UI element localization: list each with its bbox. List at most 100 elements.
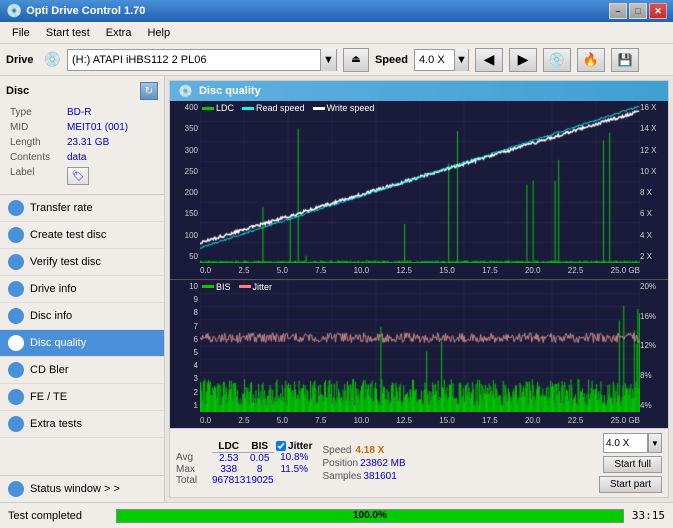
y-right-4x: 4 X — [640, 231, 668, 240]
lower-chart-canvas — [200, 280, 640, 412]
sidebar-item-disc-quality[interactable]: Disc quality — [0, 330, 164, 357]
samples-value: 381601 — [363, 471, 396, 482]
disc-quality-label: Disc quality — [30, 337, 86, 349]
close-button[interactable]: ✕ — [649, 3, 667, 19]
speed-value: 4.0 X — [415, 54, 449, 66]
disc-mid-label: MID — [8, 121, 63, 134]
fe-te-label: FE / TE — [30, 391, 67, 403]
app-title: Opti Drive Control 1.70 — [26, 5, 145, 17]
start-part-button[interactable]: Start part — [599, 476, 662, 493]
menu-help[interactable]: Help — [139, 25, 178, 41]
sidebar-item-cd-bler[interactable]: CD Bler — [0, 357, 164, 384]
y-right-12x: 12 X — [640, 146, 668, 155]
disc-contents-label: Contents — [8, 151, 63, 164]
cd-bler-icon — [8, 362, 24, 378]
stats-total-row: Total 967813 19025 — [176, 475, 315, 486]
back-button[interactable]: ◀ — [475, 48, 503, 72]
disc-length-label: Length — [8, 136, 63, 149]
menu-bar: File Start test Extra Help — [0, 22, 673, 44]
minimize-button[interactable]: – — [609, 3, 627, 19]
disc-length-row: Length 23.31 GB — [8, 136, 156, 149]
save-button[interactable]: 💾 — [611, 48, 639, 72]
drive-dropdown-arrow[interactable]: ▼ — [320, 49, 336, 71]
speed-stat-value: 4.18 X — [355, 445, 384, 456]
y-right-10x: 10 X — [640, 167, 668, 176]
bis-total: 19025 — [245, 475, 274, 486]
y-label-300: 300 — [170, 146, 200, 155]
maximize-button[interactable]: □ — [629, 3, 647, 19]
upper-chart-legend: LDC Read speed Write speed — [202, 103, 374, 113]
speed-dropdown-arrow[interactable]: ▼ — [454, 49, 468, 71]
disc-refresh-button[interactable]: ↻ — [140, 82, 158, 100]
menu-file[interactable]: File — [4, 25, 38, 41]
upper-chart: 400 350 300 250 200 150 100 50 16 X 14 X… — [170, 101, 668, 280]
progress-text: 100.0% — [353, 510, 387, 521]
stats-bar: LDC BIS Jitter Avg — [170, 428, 668, 497]
progress-bar: 100.0% — [116, 509, 624, 523]
drive-bar: Drive 💿 (H:) ATAPI iHBS112 2 PL06 ▼ ⏏ Sp… — [0, 44, 673, 76]
forward-button[interactable]: ▶ — [509, 48, 537, 72]
sidebar-item-transfer-rate[interactable]: Transfer rate — [0, 195, 164, 222]
sidebar-item-disc-info[interactable]: Disc info — [0, 303, 164, 330]
samples-label: Samples — [323, 471, 362, 482]
burn-button[interactable]: 🔥 — [577, 48, 605, 72]
jitter-avg: 10.8% — [274, 452, 314, 464]
menu-extra[interactable]: Extra — [98, 25, 140, 41]
bis-header: BIS — [245, 441, 274, 453]
status-window-button[interactable]: Status window > > — [0, 476, 164, 502]
legend-jitter: Jitter — [253, 282, 273, 292]
sidebar-item-fe-te[interactable]: FE / TE — [0, 384, 164, 411]
y-right-16x: 16 X — [640, 103, 668, 112]
y-label-250: 250 — [170, 167, 200, 176]
sidebar-item-verify-test-disc[interactable]: Verify test disc — [0, 249, 164, 276]
position-label: Position — [323, 458, 359, 469]
legend-bis: BIS — [216, 282, 231, 292]
sidebar-item-extra-tests[interactable]: Extra tests — [0, 411, 164, 438]
disc-icon-button[interactable]: 💿 — [543, 48, 571, 72]
extra-tests-label: Extra tests — [30, 418, 82, 430]
disc-info-table: Type BD-R MID MEIT01 (001) Length 23.31 … — [6, 104, 158, 188]
speed-dropdown-btn[interactable]: ▼ — [648, 433, 662, 453]
speed-dropdown[interactable]: 4.0 X — [603, 433, 648, 453]
start-full-button[interactable]: Start full — [603, 456, 662, 473]
speed-position-section: Speed 4.18 X Position 23862 MB Samples 3… — [323, 445, 433, 482]
status-section: Status window > > — [0, 475, 164, 502]
title-bar: 💿 Opti Drive Control 1.70 – □ ✕ — [0, 0, 673, 22]
speed-dropdown-value: 4.0 X — [606, 438, 629, 449]
y-label-150: 150 — [170, 209, 200, 218]
extra-tests-icon — [8, 416, 24, 432]
bis-avg: 0.05 — [245, 452, 274, 464]
y-right-14x: 14 X — [640, 124, 668, 133]
disc-quality-icon — [8, 335, 24, 351]
eject-button[interactable]: ⏏ — [343, 48, 369, 72]
disc-type-row: Type BD-R — [8, 106, 156, 119]
status-window-label: Status window > > — [30, 483, 120, 495]
fe-te-icon — [8, 389, 24, 405]
jitter-max: 11.5% — [274, 464, 314, 475]
verify-test-disc-icon — [8, 254, 24, 270]
disc-contents-value: data — [65, 151, 156, 164]
stats-table: LDC BIS Jitter Avg — [176, 441, 315, 486]
disc-panel: Disc ↻ Type BD-R MID MEIT01 (001) Length… — [0, 76, 164, 195]
legend-write-speed: Write speed — [327, 103, 375, 113]
total-label: Total — [176, 475, 212, 486]
transfer-rate-icon — [8, 200, 24, 216]
speed-label: Speed — [375, 54, 408, 66]
cd-bler-label: CD Bler — [30, 364, 69, 376]
disc-label-button[interactable]: 🏷 — [67, 167, 89, 185]
sidebar-item-drive-info[interactable]: Drive info — [0, 276, 164, 303]
y-label-50: 50 — [170, 252, 200, 261]
sidebar-item-create-test-disc[interactable]: Create test disc — [0, 222, 164, 249]
chart-title-icon: 💿 — [178, 84, 193, 98]
disc-type-value: BD-R — [65, 106, 156, 119]
disc-mid-row: MID MEIT01 (001) — [8, 121, 156, 134]
stats-max-row: Max 338 8 11.5% — [176, 464, 315, 475]
jitter-checkbox[interactable] — [276, 441, 286, 451]
menu-start-test[interactable]: Start test — [38, 25, 98, 41]
disc-type-label: Type — [8, 106, 63, 119]
ldc-header: LDC — [212, 441, 245, 453]
bis-max: 8 — [245, 464, 274, 475]
drive-text: (H:) ATAPI iHBS112 2 PL06 — [68, 54, 211, 66]
legend-read-speed: Read speed — [256, 103, 305, 113]
ldc-avg: 2.53 — [212, 452, 245, 464]
